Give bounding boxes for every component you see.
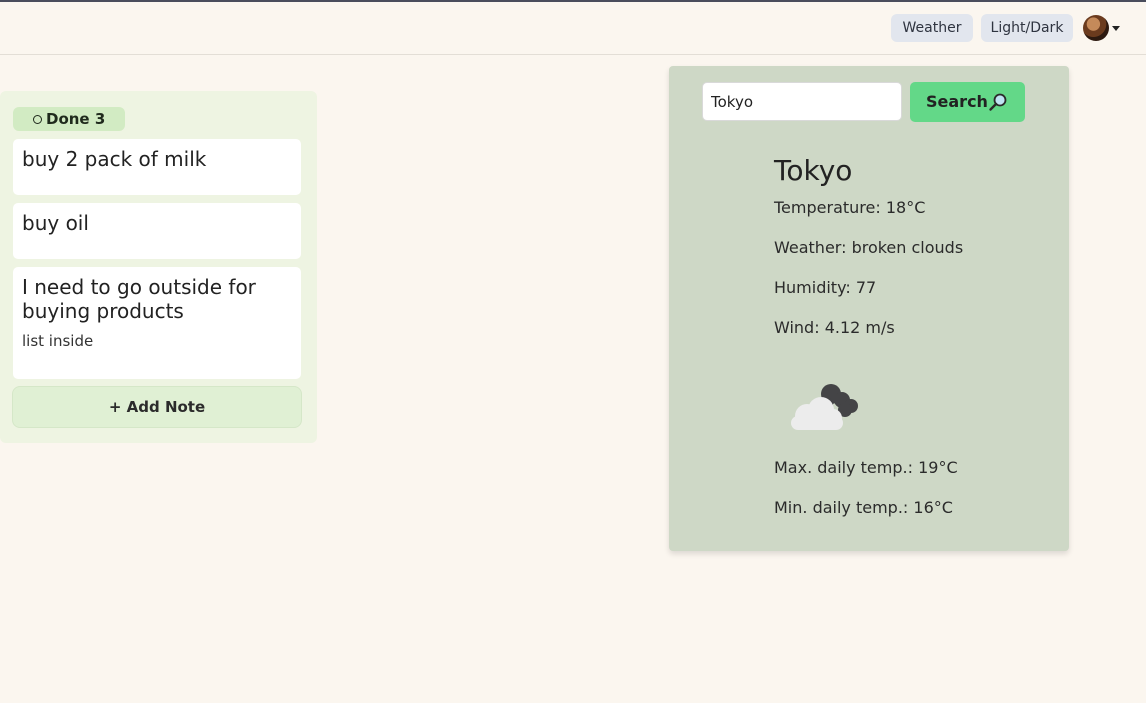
note-card[interactable]: buy 2 pack of milk bbox=[13, 139, 301, 195]
weather-min-temp: Min. daily temp.: 16°C bbox=[774, 498, 953, 517]
weather-temperature: Temperature: 18°C bbox=[774, 198, 926, 217]
note-title: buy 2 pack of milk bbox=[22, 147, 207, 171]
note-card[interactable]: buy oil bbox=[13, 203, 301, 259]
city-search-input[interactable] bbox=[702, 82, 902, 121]
note-title: I need to go outside for buying products bbox=[22, 275, 256, 323]
search-icon bbox=[989, 93, 1007, 111]
weather-city: Tokyo bbox=[774, 154, 853, 187]
navbar: Weather Light/Dark bbox=[0, 2, 1146, 55]
note-body: list inside bbox=[22, 332, 94, 350]
note-title: buy oil bbox=[22, 211, 89, 235]
note-card[interactable]: I need to go outside for buying products… bbox=[13, 267, 301, 379]
weather-nav-button[interactable]: Weather bbox=[891, 14, 973, 42]
add-note-button[interactable]: + Add Note bbox=[12, 386, 302, 428]
weather-humidity: Humidity: 77 bbox=[774, 278, 877, 297]
weather-wind: Wind: 4.12 m/s bbox=[774, 318, 895, 337]
cloud-icon bbox=[791, 384, 858, 430]
column-title: Done 3 bbox=[46, 110, 106, 128]
weather-panel: Search Tokyo Temperature: 18°C Weather: … bbox=[669, 66, 1069, 551]
search-button[interactable]: Search bbox=[910, 82, 1025, 122]
theme-toggle-button[interactable]: Light/Dark bbox=[981, 14, 1073, 42]
search-button-label: Search bbox=[926, 92, 988, 111]
weather-description: Weather: broken clouds bbox=[774, 238, 964, 257]
column-status-badge: Done 3 bbox=[13, 107, 125, 131]
circle-icon bbox=[33, 115, 42, 124]
avatar[interactable] bbox=[1083, 15, 1109, 41]
chevron-down-icon[interactable] bbox=[1112, 26, 1120, 31]
notes-column: Done 3 buy 2 pack of milk buy oil I need… bbox=[0, 91, 317, 443]
weather-max-temp: Max. daily temp.: 19°C bbox=[774, 458, 958, 477]
